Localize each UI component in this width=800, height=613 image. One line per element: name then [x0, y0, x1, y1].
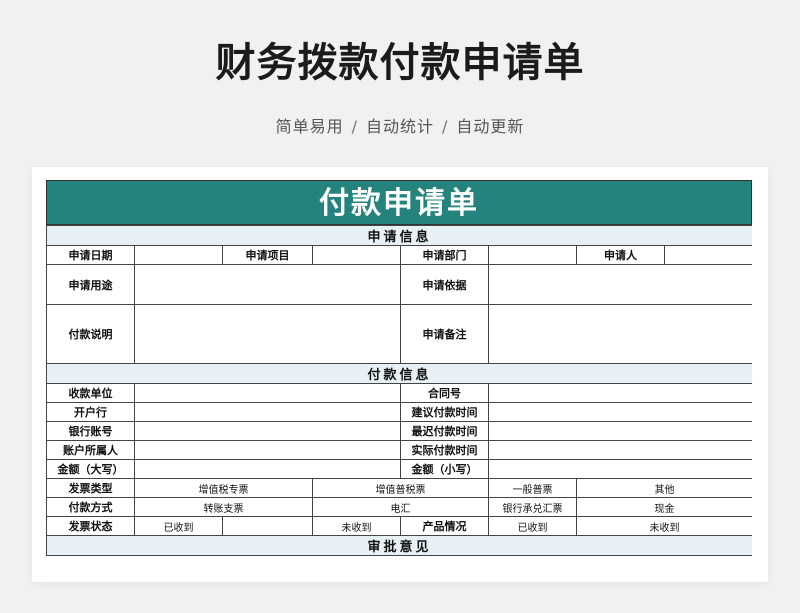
option-invoice-other[interactable]: 其他 — [575, 478, 752, 498]
checkbox-invoice-received[interactable] — [222, 516, 313, 536]
option-pay-cash[interactable]: 现金 — [575, 497, 752, 517]
label-bank-account: 银行账号 — [46, 421, 135, 441]
option-pay-wire[interactable]: 电汇 — [312, 497, 489, 517]
field-amount-lower[interactable] — [487, 459, 752, 479]
label-amount-lower: 金额（小写） — [400, 459, 489, 479]
section-approval: 审批意见 — [46, 535, 752, 556]
option-invoice-not-received[interactable]: 未收到 — [312, 516, 401, 536]
section-apply-info: 申请信息 — [46, 225, 752, 246]
payment-form-sheet: 付款申请单 申请信息 申请日期 申请项目 申请部门 申请人 申请用途 申请依据 … — [46, 180, 752, 570]
label-apply-basis: 申请依据 — [400, 264, 489, 305]
label-latest-time: 最迟付款时间 — [400, 421, 489, 441]
option-pay-transfer-check[interactable]: 转账支票 — [134, 497, 313, 517]
field-apply-item[interactable] — [312, 245, 401, 265]
label-bank: 开户行 — [46, 402, 135, 422]
form-title: 付款申请单 — [46, 180, 752, 225]
label-amount-upper: 金额（大写） — [46, 459, 135, 479]
section-payment-info: 付款信息 — [46, 363, 752, 384]
field-contract-no[interactable] — [487, 383, 752, 403]
field-apply-purpose[interactable] — [134, 264, 401, 305]
field-latest-time[interactable] — [487, 421, 752, 441]
option-pay-bank-acceptance[interactable]: 银行承兑汇票 — [488, 497, 577, 517]
form-table: 申请信息 申请日期 申请项目 申请部门 申请人 申请用途 申请依据 付款说明 申… — [46, 225, 752, 556]
label-payment-desc: 付款说明 — [46, 304, 135, 364]
subtitle: 简单易用 / 自动统计 / 自动更新 — [0, 113, 800, 137]
label-invoice-status: 发票状态 — [46, 516, 135, 536]
field-applicant[interactable] — [663, 245, 752, 265]
label-payee: 收款单位 — [46, 383, 135, 403]
label-apply-purpose: 申请用途 — [46, 264, 135, 305]
option-product-not-received[interactable]: 未收到 — [575, 516, 752, 536]
label-apply-remark: 申请备注 — [400, 304, 489, 364]
subtitle-item-auto-update: 自动更新 — [456, 117, 525, 136]
label-apply-item: 申请项目 — [222, 245, 313, 265]
field-bank-account[interactable] — [134, 421, 401, 441]
label-apply-date: 申请日期 — [46, 245, 135, 265]
field-account-owner[interactable] — [134, 440, 401, 460]
field-suggest-time[interactable] — [487, 402, 752, 422]
field-apply-basis[interactable] — [487, 264, 752, 305]
label-applicant: 申请人 — [576, 245, 665, 265]
label-pay-method: 付款方式 — [46, 497, 135, 517]
label-actual-time: 实际付款时间 — [400, 440, 489, 460]
option-invoice-general[interactable]: 一般普票 — [488, 478, 577, 498]
subtitle-item-auto-stats: 自动统计 — [365, 117, 434, 136]
subtitle-item-easy: 简单易用 — [275, 117, 344, 136]
field-apply-remark[interactable] — [487, 304, 752, 364]
label-invoice-type: 发票类型 — [46, 478, 135, 498]
subtitle-separator: / — [351, 117, 358, 136]
option-product-received[interactable]: 已收到 — [488, 516, 577, 536]
option-invoice-received[interactable]: 已收到 — [134, 516, 223, 536]
label-contract-no: 合同号 — [400, 383, 489, 403]
page-title: 财务拨款付款申请单 — [215, 40, 585, 86]
label-product-status: 产品情况 — [400, 516, 489, 536]
option-invoice-vat-special[interactable]: 增值税专票 — [134, 478, 313, 498]
field-apply-dept[interactable] — [488, 245, 577, 265]
label-account-owner: 账户所属人 — [46, 440, 135, 460]
field-amount-upper[interactable] — [134, 459, 401, 479]
field-apply-date[interactable] — [134, 245, 223, 265]
field-payee[interactable] — [134, 383, 401, 403]
subtitle-separator: / — [442, 117, 449, 136]
field-payment-desc[interactable] — [134, 304, 401, 364]
field-bank[interactable] — [134, 402, 401, 422]
field-actual-time[interactable] — [487, 440, 752, 460]
label-apply-dept: 申请部门 — [400, 245, 489, 265]
label-suggest-time: 建议付款时间 — [400, 402, 489, 422]
option-invoice-vat-normal[interactable]: 增值普税票 — [312, 478, 489, 498]
